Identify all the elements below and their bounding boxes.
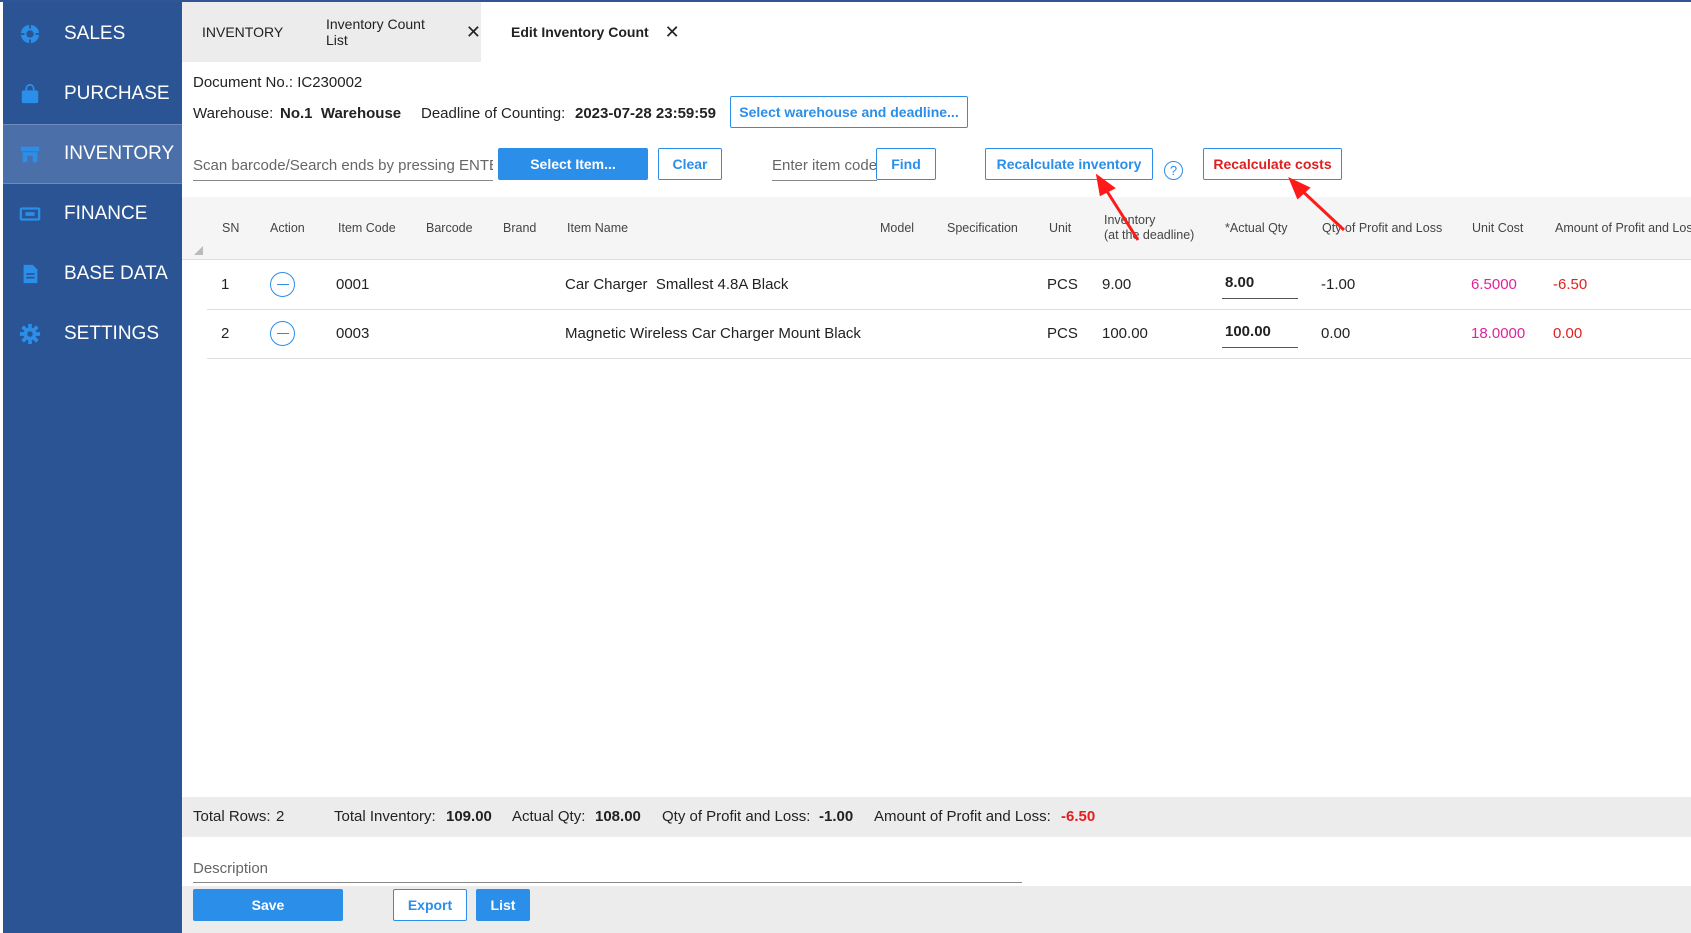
actual-qty-value: 108.00 [595, 808, 641, 825]
tab-label: Edit Inventory Count [511, 24, 649, 40]
annotation-arrows [1095, 173, 1346, 241]
tab-label: Inventory Count List [326, 16, 425, 48]
actual-qty-input[interactable]: 100.00 [1222, 318, 1298, 348]
actual-qty-input[interactable]: 8.00 [1222, 269, 1298, 299]
total-rows-value: 2 [276, 808, 285, 825]
cell-item-name: Magnetic Wireless Car Charger Mount Blac… [565, 325, 861, 342]
deadline-label: Deadline of Counting: [421, 105, 566, 122]
total-rows-label: Total Rows: [193, 808, 271, 825]
deadline-value: 2023-07-28 23:59:59 [575, 105, 716, 122]
amount-profit-loss-label: Amount of Profit and Loss: [874, 808, 1051, 825]
cell-sn: 1 [221, 276, 230, 293]
sidebar-item-label: INVENTORY [64, 143, 175, 164]
export-button[interactable]: Export [393, 889, 467, 921]
column-inventory: Inventory [1104, 213, 1156, 227]
tab-bar: INVENTORY Inventory Count List ✕ Edit In… [182, 2, 1691, 62]
column-specification: Specification [947, 221, 1018, 235]
document-icon [19, 263, 41, 285]
cell-item-code: 0003 [336, 325, 370, 342]
sidebar-item-sales[interactable]: SALES [3, 4, 182, 64]
description-input[interactable]: Description [193, 853, 1022, 883]
sidebar-item-label: SALES [64, 23, 126, 44]
cell-unit: PCS [1047, 276, 1078, 293]
column-item-name: Item Name [567, 221, 629, 235]
column-sn: SN [222, 221, 240, 235]
warehouse-label: Warehouse: [193, 105, 274, 122]
column-inventory-sub: (at the deadline) [1104, 228, 1195, 242]
sidebar-item-purchase[interactable]: PURCHASE [3, 64, 182, 124]
table-header: SN Action Item Code Barcode Brand Item N… [182, 197, 1691, 260]
app-window: SALES PURCHASE INVENTORY FINANCE BASE DA… [0, 0, 1691, 933]
sidebar-item-label: BASE DATA [64, 263, 168, 284]
cell-item-name: Car Charger Smallest 4.8A Black [565, 276, 789, 293]
remove-row-icon[interactable] [270, 272, 295, 297]
warehouse-value: No.1 Warehouse [280, 105, 402, 122]
recalculate-inventory-button[interactable]: Recalculate inventory [985, 148, 1153, 180]
shopping-bag-icon [19, 83, 41, 105]
sidebar-item-finance[interactable]: FINANCE [3, 184, 182, 244]
column-model: Model [880, 221, 915, 235]
sidebar-item-label: SETTINGS [64, 323, 160, 344]
select-warehouse-deadline-button[interactable]: Select warehouse and deadline... [730, 96, 968, 128]
column-actual-qty: *Actual Qty [1225, 221, 1288, 235]
column-item-code: Item Code [338, 221, 396, 235]
select-item-button[interactable]: Select Item... [498, 148, 648, 180]
arrow-head-costs [1288, 176, 1311, 200]
sidebar-item-base-data[interactable]: BASE DATA [3, 244, 182, 304]
recalculate-costs-button[interactable]: Recalculate costs [1203, 148, 1342, 180]
sales-gear-icon [19, 23, 41, 45]
sidebar-item-inventory[interactable]: INVENTORY [3, 124, 182, 184]
tab-edit-inventory-count[interactable]: Edit Inventory Count ✕ [481, 2, 681, 62]
cell-unit-cost: 6.5000 [1471, 276, 1517, 293]
close-icon[interactable]: ✕ [665, 22, 680, 43]
gear-icon [19, 323, 41, 345]
tab-inventory[interactable]: INVENTORY [182, 2, 296, 62]
table-row[interactable]: 2 0003 Magnetic Wireless Car Charger Mou… [207, 310, 1691, 359]
actual-qty-label: Actual Qty: [512, 808, 586, 825]
save-button[interactable]: Save [193, 889, 343, 921]
find-button[interactable]: Find [876, 148, 936, 180]
cell-amount-profit-loss: -6.50 [1553, 276, 1588, 293]
clear-button[interactable]: Clear [658, 148, 722, 180]
column-amount-profit-loss: Amount of Profit and Loss [1555, 221, 1691, 235]
cell-sn: 2 [221, 325, 230, 342]
list-button[interactable]: List [476, 889, 530, 921]
total-inventory-label: Total Inventory: [334, 808, 436, 825]
column-qty-profit-loss: Qty of Profit and Loss [1322, 221, 1443, 235]
cell-unit-cost: 18.0000 [1471, 325, 1526, 342]
cell-inventory: 100.00 [1102, 325, 1148, 342]
amount-profit-loss-value: -6.50 [1061, 808, 1096, 825]
column-action: Action [270, 221, 305, 235]
tab-inventory-count-list[interactable]: Inventory Count List ✕ [296, 2, 481, 62]
store-icon [19, 143, 41, 165]
column-barcode: Barcode [426, 221, 473, 235]
column-unit: Unit [1049, 221, 1072, 235]
tab-label: INVENTORY [202, 24, 284, 40]
sidebar-item-settings[interactable]: SETTINGS [3, 304, 182, 364]
table-corner-handle [194, 246, 203, 255]
column-brand: Brand [503, 221, 537, 235]
cell-inventory: 9.00 [1102, 276, 1132, 293]
cell-unit: PCS [1047, 325, 1078, 342]
cell-qty-profit-loss: 0.00 [1321, 325, 1351, 342]
sidebar-item-label: FINANCE [64, 203, 148, 224]
document-number: Document No.: IC230002 [193, 74, 363, 91]
cell-item-code: 0001 [336, 276, 370, 293]
barcode-search-input[interactable] [193, 151, 493, 181]
table-row[interactable]: 1 0001 Car Charger Smallest 4.8A Black P… [207, 261, 1691, 310]
column-unit-cost: Unit Cost [1472, 221, 1524, 235]
cell-qty-profit-loss: -1.00 [1321, 276, 1356, 293]
total-inventory-value: 109.00 [446, 808, 492, 825]
remove-row-icon[interactable] [270, 321, 295, 346]
money-icon [19, 203, 41, 225]
cell-amount-profit-loss: 0.00 [1553, 325, 1583, 342]
summary-bar: Total Rows: 2 Total Inventory: 109.00 Ac… [182, 797, 1691, 837]
close-icon[interactable]: ✕ [466, 22, 481, 43]
sidebar: SALES PURCHASE INVENTORY FINANCE BASE DA… [3, 2, 182, 933]
sidebar-item-label: PURCHASE [64, 83, 170, 104]
item-code-input[interactable] [772, 151, 877, 181]
qty-profit-loss-label: Qty of Profit and Loss: [662, 808, 811, 825]
qty-profit-loss-value: -1.00 [819, 808, 854, 825]
help-icon[interactable]: ? [1164, 161, 1183, 180]
